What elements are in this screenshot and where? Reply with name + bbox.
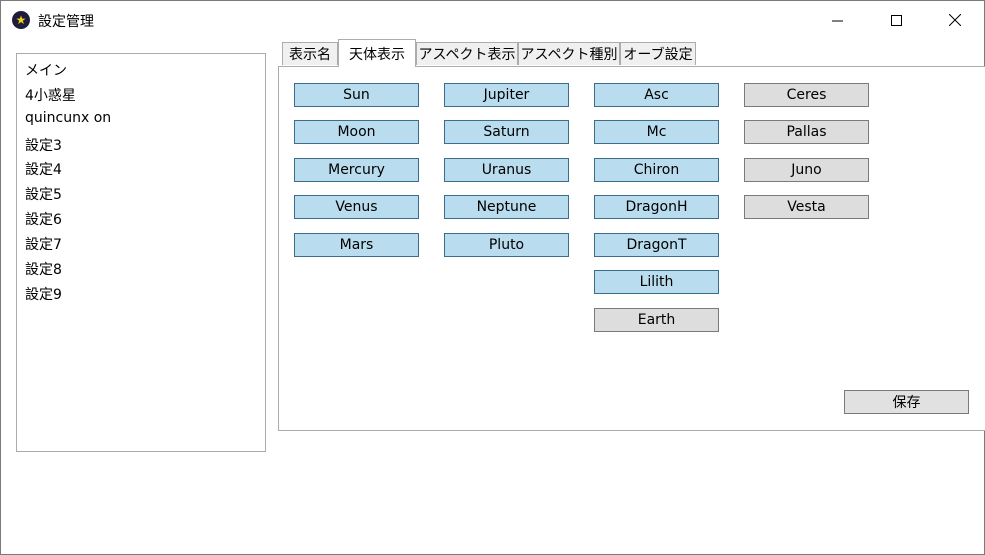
list-item[interactable]: 設定8 [25, 259, 62, 279]
list-item[interactable]: 設定7 [25, 234, 62, 254]
maximize-icon [890, 14, 902, 26]
toggle-venus-button[interactable]: Venus [294, 195, 419, 219]
toggle-jupiter-button[interactable]: Jupiter [444, 83, 569, 107]
close-icon [949, 14, 961, 26]
list-item[interactable]: 設定6 [25, 209, 62, 229]
list-item[interactable]: メイン [25, 60, 67, 80]
list-item[interactable]: 4小惑星 [25, 85, 76, 105]
toggle-lilith-button[interactable]: Lilith [594, 270, 719, 294]
list-item[interactable]: 設定3 [25, 135, 62, 155]
toggle-saturn-button[interactable]: Saturn [444, 120, 569, 144]
minimize-icon [831, 20, 843, 21]
toggle-dragont-button[interactable]: DragonT [594, 233, 719, 257]
title-bar[interactable]: ★ 設定管理 [1, 1, 984, 39]
list-item[interactable]: 設定9 [25, 284, 62, 304]
tab-body-display[interactable]: 天体表示 [338, 39, 416, 67]
toggle-neptune-button[interactable]: Neptune [444, 195, 569, 219]
settings-window: ★ 設定管理 メイン 4小惑星 quincunx on 設定3 設定4 設定5 … [0, 0, 985, 555]
toggle-pallas-button[interactable]: Pallas [744, 120, 869, 144]
toggle-mars-button[interactable]: Mars [294, 233, 419, 257]
list-item[interactable]: 設定4 [25, 159, 62, 179]
close-button[interactable] [932, 1, 978, 39]
toggle-sun-button[interactable]: Sun [294, 83, 419, 107]
toggle-juno-button[interactable]: Juno [744, 158, 869, 182]
toggle-vesta-button[interactable]: Vesta [744, 195, 869, 219]
toggle-moon-button[interactable]: Moon [294, 120, 419, 144]
save-button[interactable]: 保存 [844, 390, 969, 414]
tab-aspect-display[interactable]: アスペクト表示 [416, 42, 518, 65]
list-item[interactable]: 設定5 [25, 184, 62, 204]
toggle-dragonh-button[interactable]: DragonH [594, 195, 719, 219]
minimize-button[interactable] [814, 1, 860, 39]
toggle-uranus-button[interactable]: Uranus [444, 158, 569, 182]
toggle-earth-button[interactable]: Earth [594, 308, 719, 332]
star-in-circle-icon: ★ [12, 11, 30, 29]
toggle-mc-button[interactable]: Mc [594, 120, 719, 144]
tab-orb-settings[interactable]: オーブ設定 [620, 42, 696, 65]
tab-aspect-type[interactable]: アスペクト種別 [518, 42, 620, 65]
maximize-button[interactable] [873, 1, 919, 39]
toggle-chiron-button[interactable]: Chiron [594, 158, 719, 182]
toggle-asc-button[interactable]: Asc [594, 83, 719, 107]
toggle-pluto-button[interactable]: Pluto [444, 233, 569, 257]
window-title: 設定管理 [38, 14, 94, 30]
settings-listbox[interactable]: メイン 4小惑星 quincunx on 設定3 設定4 設定5 設定6 設定7… [16, 53, 266, 452]
tab-display-name[interactable]: 表示名 [282, 42, 338, 65]
list-item[interactable]: quincunx on [25, 110, 111, 126]
toggle-mercury-button[interactable]: Mercury [294, 158, 419, 182]
toggle-ceres-button[interactable]: Ceres [744, 83, 869, 107]
